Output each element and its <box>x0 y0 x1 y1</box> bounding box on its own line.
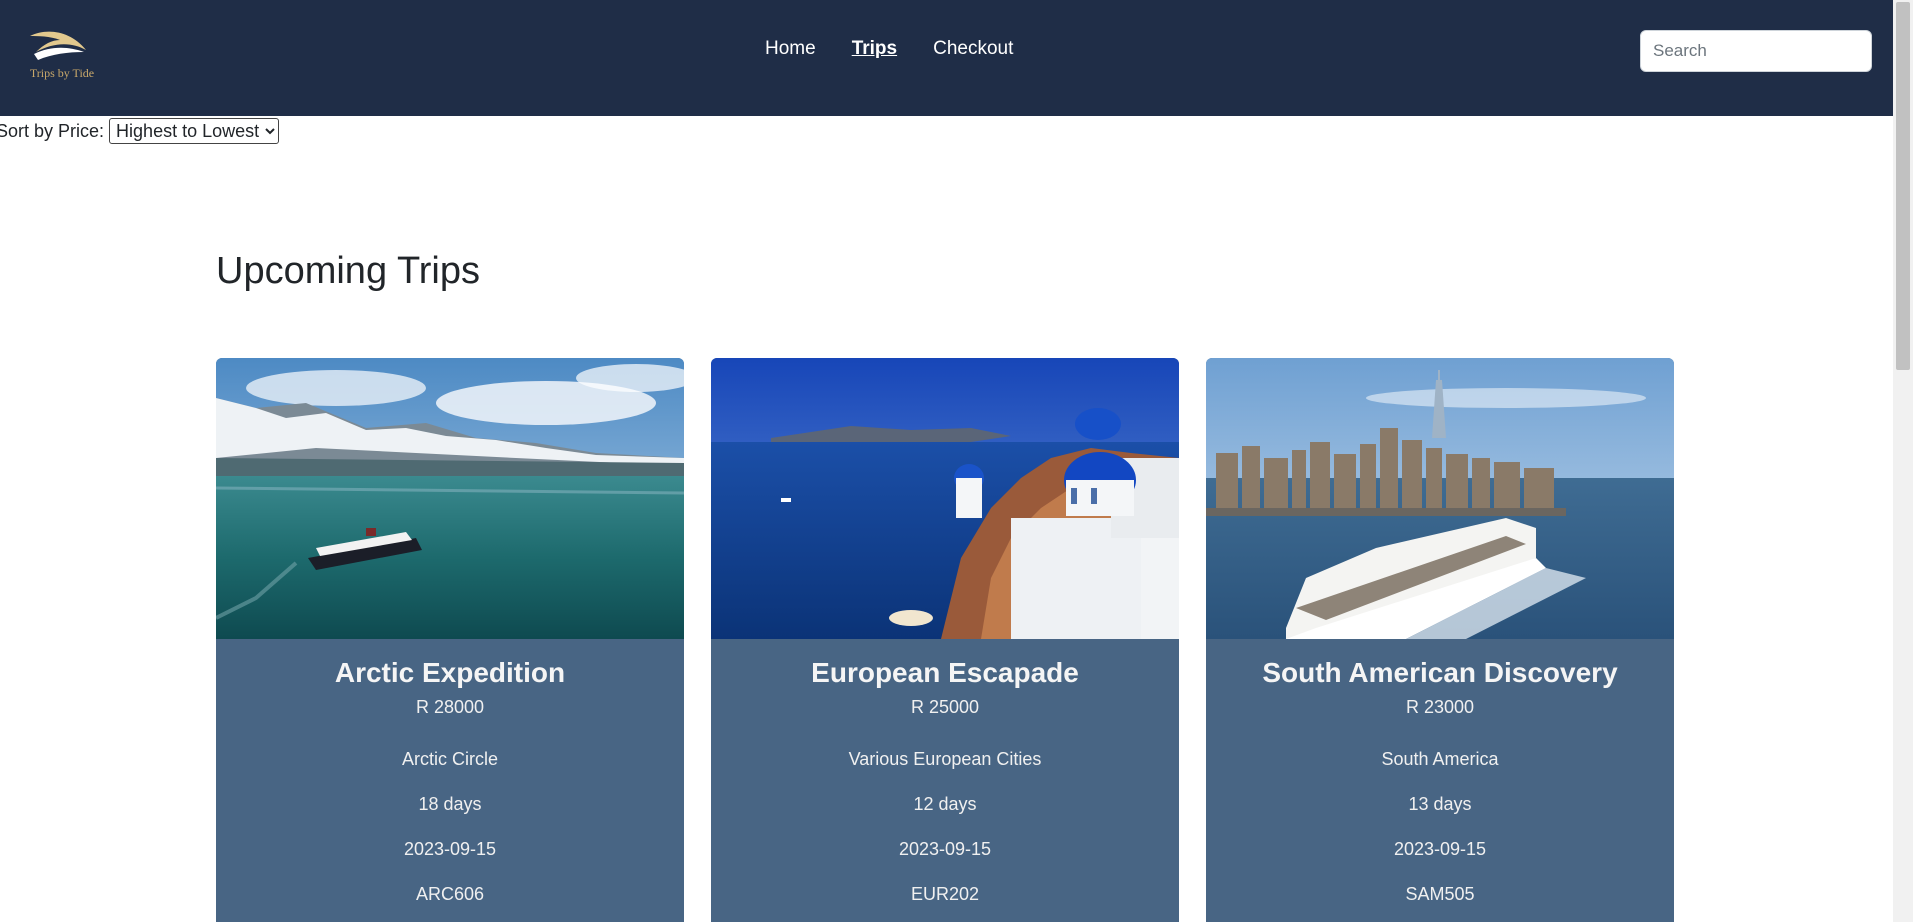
brand-logo[interactable]: Trips by Tide <box>20 28 100 84</box>
card-date: 2023-09-15 <box>1393 839 1487 859</box>
card-destination: Arctic Circle <box>401 749 498 769</box>
page-title: Upcoming Trips <box>216 250 480 292</box>
card-date: 2023-09-15 <box>898 839 992 859</box>
card-body: Arctic Expedition R 28000 Arctic Circle … <box>216 657 684 906</box>
sort-control: Sort by Price: Highest to Lowest <box>0 118 280 144</box>
card-title: Arctic Expedition <box>334 657 566 688</box>
trip-card[interactable]: European Escapade R 25000 Various Europe… <box>711 358 1179 922</box>
card-body: South American Discovery R 23000 South A… <box>1206 657 1674 906</box>
navbar: Trips by Tide Home Trips Checkout <box>0 0 1893 116</box>
ship-logo-icon <box>30 31 86 60</box>
brand-name: Trips by Tide <box>29 66 95 80</box>
card-date: 2023-09-15 <box>403 839 497 859</box>
page: Trips by Tide Home Trips Checkout Sort b… <box>0 0 1913 922</box>
nav-trips[interactable]: Trips <box>852 38 897 60</box>
scrollbar-thumb[interactable] <box>1896 2 1910 370</box>
card-destination: South America <box>1381 749 1499 769</box>
card-destination: Various European Cities <box>848 749 1042 769</box>
nav-home[interactable]: Home <box>765 38 816 60</box>
trip-card[interactable]: Arctic Expedition R 28000 Arctic Circle … <box>216 358 684 922</box>
card-price: R 28000 <box>415 697 485 717</box>
card-title: European Escapade <box>811 657 1079 688</box>
trip-card[interactable]: South American Discovery R 23000 South A… <box>1206 358 1674 922</box>
card-code: ARC606 <box>415 884 485 904</box>
nav-checkout[interactable]: Checkout <box>933 38 1013 60</box>
card-duration: 12 days <box>913 794 977 814</box>
search-input[interactable] <box>1640 30 1872 72</box>
vertical-scrollbar[interactable] <box>1893 0 1913 922</box>
card-body: European Escapade R 25000 Various Europe… <box>711 657 1179 906</box>
card-title: South American Discovery <box>1262 657 1618 688</box>
sort-select[interactable]: Highest to Lowest <box>109 118 280 144</box>
sort-label: Sort by Price: <box>0 120 105 141</box>
card-code: SAM505 <box>1405 884 1475 904</box>
card-code: EUR202 <box>910 884 980 904</box>
card-duration: 18 days <box>418 794 482 814</box>
santorini-photo <box>711 358 1179 639</box>
card-duration: 13 days <box>1408 794 1472 814</box>
city-cruise-ship-photo <box>1206 358 1674 639</box>
main-nav: Home Trips Checkout <box>765 38 1013 60</box>
glacier-cruise-photo <box>216 358 684 639</box>
card-price: R 23000 <box>1405 697 1475 717</box>
card-price: R 25000 <box>910 697 980 717</box>
